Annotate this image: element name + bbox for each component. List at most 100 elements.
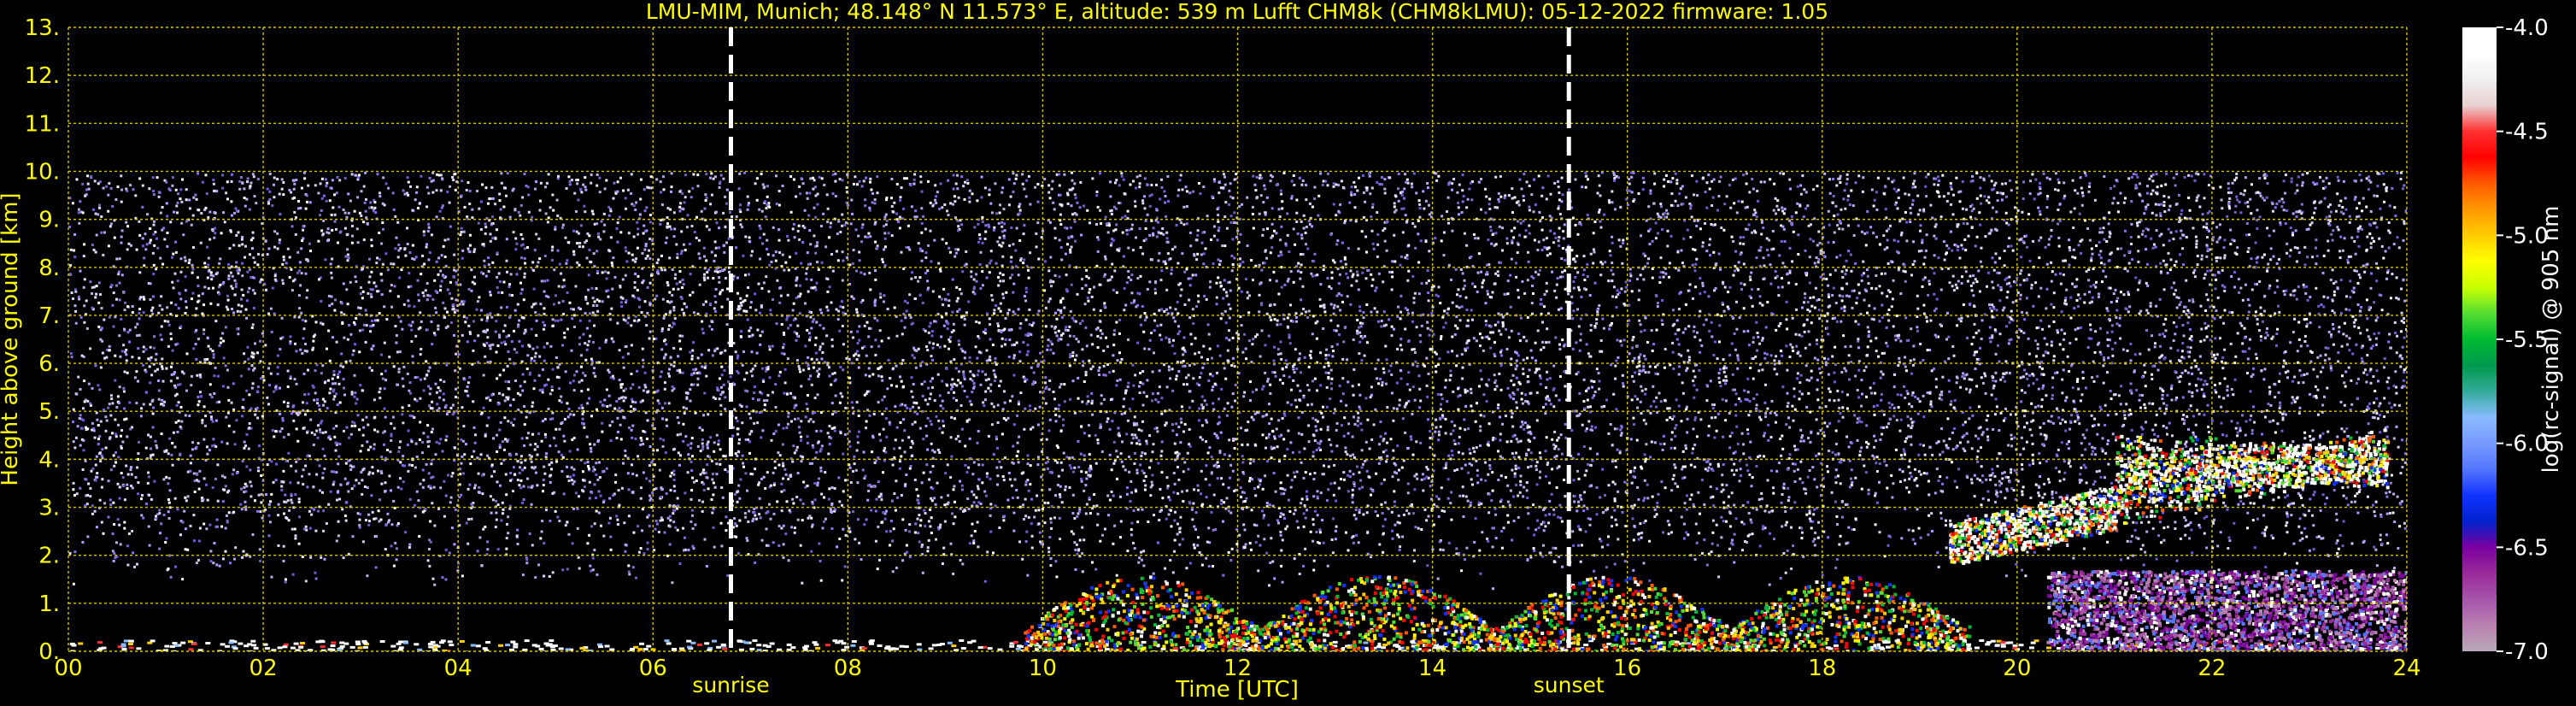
heat-cell (1307, 388, 1311, 391)
heat-cell (863, 324, 866, 327)
heat-cell (1984, 235, 1987, 238)
heat-cell (1803, 323, 1806, 327)
heat-cell (806, 441, 809, 444)
heat-cell (1718, 380, 1722, 384)
heat-cell (901, 332, 904, 336)
heat-cell (160, 522, 163, 526)
heat-cell (566, 259, 569, 262)
heat-cell (2360, 306, 2362, 309)
heat-cell (1827, 470, 1829, 474)
heat-cell (316, 509, 320, 513)
heat-cell (120, 318, 123, 321)
heat-cell (1332, 306, 1335, 309)
heat-cell (1844, 207, 1847, 210)
heat-cell (1332, 185, 1335, 188)
heat-cell (1979, 346, 1981, 350)
heat-cell (1316, 495, 1319, 498)
heat-cell (2207, 426, 2210, 428)
heat-cell (1693, 330, 1695, 333)
heat-cell (2004, 574, 2008, 578)
heat-cell (1316, 389, 1318, 392)
heat-cell (1928, 349, 1932, 351)
heat-cell (1272, 359, 1276, 362)
heat-cell (593, 324, 596, 327)
heat-cell (709, 436, 713, 439)
heat-cell (243, 197, 246, 200)
heat-cell (1866, 326, 1869, 329)
heat-cell (1779, 322, 1782, 325)
heat-cell (2071, 256, 2074, 259)
heat-cell (322, 194, 326, 197)
heat-cell (454, 446, 456, 450)
heat-cell (1311, 539, 1315, 543)
heat-cell (484, 222, 487, 226)
heat-cell (2127, 556, 2130, 560)
heat-cell (1839, 174, 1842, 178)
heat-cell (1334, 529, 1337, 532)
heat-cell (1327, 375, 1330, 379)
heat-cell (1358, 393, 1362, 397)
heat-cell (1535, 419, 1539, 422)
heat-cell (1071, 171, 1073, 174)
heat-cell (1352, 393, 1355, 397)
heat-cell (303, 413, 307, 416)
heat-cell (553, 437, 556, 439)
heat-cell (1674, 466, 1677, 469)
heat-cell (1857, 396, 1861, 399)
heat-cell (1527, 466, 1530, 469)
heat-cell (1102, 364, 1106, 368)
heat-cell (417, 293, 420, 297)
heat-cell (749, 430, 753, 433)
heat-cell (737, 304, 741, 308)
heat-cell (1899, 454, 1903, 457)
heat-cell (685, 226, 689, 229)
heat-cell (914, 366, 918, 369)
heat-cell (1701, 281, 1705, 285)
heat-cell (1875, 439, 1878, 443)
heat-cell (414, 466, 417, 469)
heat-cell (1614, 459, 1617, 462)
heat-cell (1790, 567, 1793, 570)
heat-cell (1898, 356, 1901, 360)
heat-cell (1135, 236, 1137, 239)
heat-cell (1112, 542, 1115, 545)
heat-cell (2118, 316, 2121, 320)
heat-cell (551, 571, 555, 574)
heat-cell (1739, 236, 1742, 239)
heat-cell (2039, 213, 2042, 216)
heat-cell (1689, 236, 1693, 238)
heat-cell (644, 244, 648, 248)
heat-cell (401, 327, 404, 331)
heat-cell (910, 277, 913, 280)
heat-cell (2291, 231, 2294, 234)
heat-cell (533, 359, 537, 362)
heat-cell (1286, 362, 1289, 366)
heat-cell (924, 524, 927, 527)
heat-cell (582, 372, 584, 374)
heat-cell (931, 346, 935, 350)
heat-cell (1243, 500, 1247, 503)
heat-cell (192, 246, 195, 249)
heat-cell (208, 210, 212, 214)
heat-cell (1834, 468, 1838, 472)
heat-cell (1922, 262, 1926, 266)
heat-cell (1279, 533, 1282, 537)
heat-cell (681, 334, 684, 338)
heat-cell (1087, 276, 1090, 279)
heat-cell (1775, 328, 1778, 332)
heat-cell (533, 448, 537, 451)
heat-cell (1721, 397, 1724, 401)
heat-cell (1211, 374, 1214, 378)
heat-cell (1241, 461, 1245, 464)
heat-cell (961, 562, 965, 566)
heat-cell (1669, 363, 1672, 367)
heat-cell (1968, 378, 1971, 381)
heat-cell (1648, 579, 1652, 582)
heat-cell (152, 263, 155, 267)
heat-cell (108, 182, 111, 185)
heat-cell (1388, 318, 1391, 321)
heat-cell (1494, 379, 1498, 382)
heat-cell (1292, 174, 1295, 177)
heat-cell (1716, 412, 1720, 415)
heat-cell (1775, 204, 1779, 208)
